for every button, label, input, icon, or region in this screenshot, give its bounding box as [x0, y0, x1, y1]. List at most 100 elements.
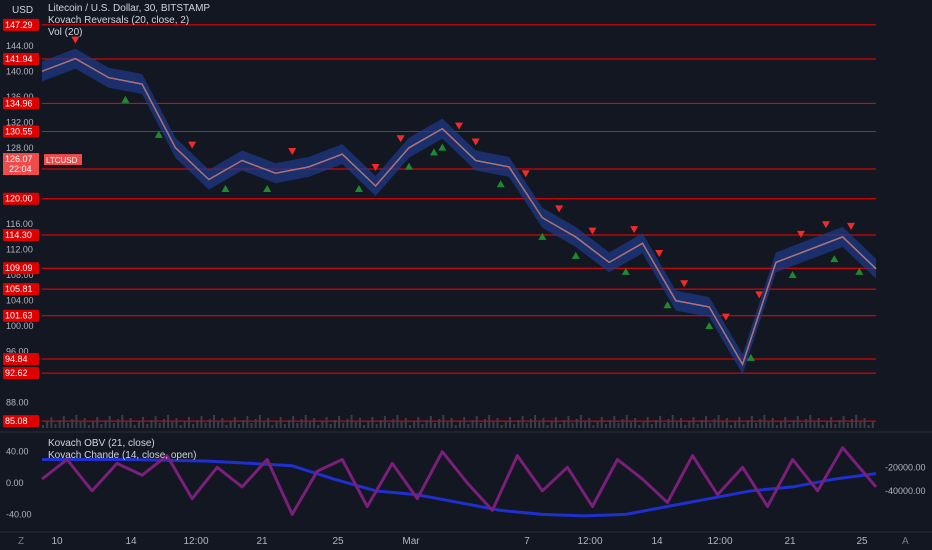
x-tick-label: 12:00: [707, 536, 732, 547]
level-label: 92.62: [5, 368, 28, 378]
volume-bar: [425, 420, 428, 428]
volume-bar: [788, 424, 791, 428]
indicator-legend-reversals[interactable]: Kovach Reversals (20, close, 2): [48, 15, 210, 27]
volume-bar: [125, 422, 128, 428]
volume-bar: [509, 417, 512, 428]
volume-bar: [817, 418, 820, 428]
indicator-legend-obv[interactable]: Kovach OBV (21, close): [48, 438, 196, 450]
y-tick-label: 144.00: [6, 41, 34, 51]
volume-bar: [183, 421, 186, 428]
volume-bar: [742, 424, 745, 428]
volume-bar: [187, 417, 190, 428]
volume-bar: [179, 425, 182, 428]
volume-bar: [604, 424, 607, 428]
volume-bar: [659, 416, 662, 428]
indicator-legend-volume[interactable]: Vol (20): [48, 27, 210, 39]
volume-bar: [646, 417, 649, 428]
volume-bar: [767, 422, 770, 428]
volume-bar: [684, 425, 687, 428]
volume-bar: [254, 419, 257, 428]
symbol-label: LTCUSD: [46, 156, 78, 165]
x-tick-label: 25: [332, 536, 344, 547]
volume-bar: [567, 416, 570, 428]
volume-bar: [237, 424, 240, 428]
volume-bar: [500, 425, 503, 428]
volume-bar: [71, 419, 74, 428]
volume-bar: [317, 425, 320, 428]
volume-bar: [738, 417, 741, 428]
volume-bar: [429, 416, 432, 428]
volume-bar: [688, 421, 691, 428]
volume-bar: [663, 423, 666, 428]
volume-bar: [625, 415, 628, 428]
volume-bar: [271, 425, 274, 428]
y-tick-label: 104.00: [6, 296, 34, 306]
volume-bar: [496, 418, 499, 428]
volume-bar: [212, 415, 215, 428]
volume-bar: [108, 416, 111, 428]
volume-bar: [383, 416, 386, 428]
x-tick-label: 14: [125, 536, 137, 547]
volume-bar: [613, 416, 616, 428]
volume-bar: [67, 423, 70, 428]
chart-legend: Litecoin / U.S. Dollar, 30, BITSTAMP Kov…: [48, 3, 210, 39]
volume-bar: [713, 419, 716, 428]
volume-bar: [705, 416, 708, 428]
volume-bar: [279, 417, 282, 428]
auto-scale-button[interactable]: A: [902, 536, 909, 547]
level-label: 147.29: [5, 20, 33, 30]
volume-bar: [488, 415, 491, 428]
level-label: 101.63: [5, 311, 33, 321]
volume-bar: [54, 424, 57, 428]
volume-bar: [855, 415, 858, 428]
volume-bar: [121, 415, 124, 428]
volume-bar: [579, 415, 582, 428]
volume-bar: [221, 418, 224, 428]
volume-bar: [517, 420, 520, 428]
volume-bar: [671, 415, 674, 428]
volume-bar: [46, 421, 49, 428]
volume-bar: [746, 420, 749, 428]
volume-bar: [525, 423, 528, 428]
volume-bar: [513, 424, 516, 428]
volume-bar: [650, 424, 653, 428]
volume-bar: [775, 425, 778, 428]
x-tick-label: 21: [256, 536, 268, 547]
volume-bar: [463, 417, 466, 428]
indicator-legend-chande[interactable]: Kovach Chande (14, close, open): [48, 450, 196, 462]
volume-bar: [546, 425, 549, 428]
volume-bar: [842, 416, 845, 428]
volume-bar: [871, 421, 874, 428]
volume-bar: [596, 421, 599, 428]
volume-bar: [825, 421, 828, 428]
volume-bar: [442, 415, 445, 428]
volume-bar: [600, 417, 603, 428]
volume-bar: [308, 422, 311, 428]
x-tick-label: 12:00: [183, 536, 208, 547]
chart-title: Litecoin / U.S. Dollar, 30, BITSTAMP: [48, 3, 211, 14]
volume-bar: [379, 420, 382, 428]
volume-bar: [521, 416, 524, 428]
volume-bar: [358, 418, 361, 428]
volume-bar: [621, 419, 624, 428]
volume-bar: [50, 417, 53, 428]
volume-bar: [479, 423, 482, 428]
osc-y-tick-label: 40.00: [6, 447, 29, 457]
volume-bar: [725, 418, 728, 428]
volume-bar: [850, 419, 853, 428]
osc-right-tick-label: -40000.00: [885, 486, 926, 496]
volume-bar: [413, 421, 416, 428]
volume-bar: [62, 416, 65, 428]
zoom-button[interactable]: Z: [18, 536, 24, 547]
volume-bar: [813, 422, 816, 428]
volume-bar: [634, 418, 637, 428]
volume-bar: [200, 416, 203, 428]
volume-bar: [292, 416, 295, 428]
volume-bar: [162, 419, 165, 428]
chart-canvas[interactable]: 144.00140.00136.00132.00128.00116.00112.…: [0, 0, 932, 550]
volume-bar: [346, 419, 349, 428]
volume-bar: [100, 424, 103, 428]
currency-label: USD: [12, 5, 34, 16]
x-tick-label: 12:00: [577, 536, 602, 547]
osc-right-tick-label: -20000.00: [885, 462, 926, 472]
